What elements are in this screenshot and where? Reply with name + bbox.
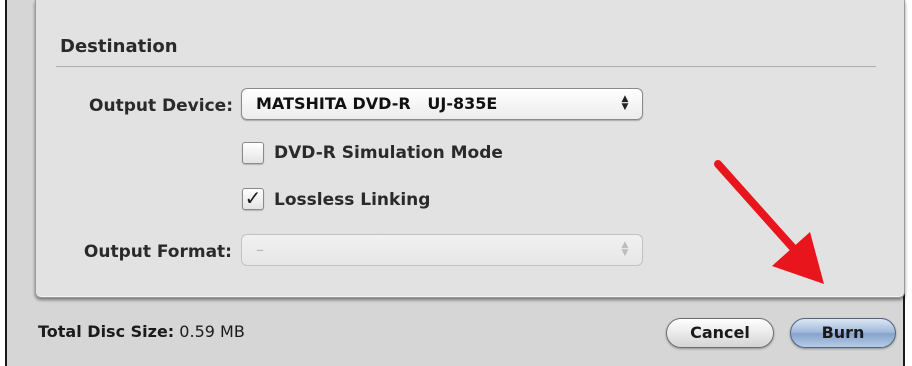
- simulation-mode-checkbox[interactable]: [242, 142, 264, 164]
- total-disc-size-value: 0.59 MB: [179, 322, 245, 341]
- output-format-value: –: [256, 240, 264, 259]
- output-format-popup[interactable]: – ▲ ▼: [241, 234, 643, 266]
- cancel-button[interactable]: Cancel: [666, 318, 774, 348]
- red-arrow-icon: [714, 160, 824, 284]
- burn-button[interactable]: Burn: [790, 318, 896, 348]
- lossless-linking-label: Lossless Linking: [274, 190, 431, 210]
- output-format-label: Output Format:: [83, 242, 232, 262]
- section-divider: [56, 66, 876, 68]
- lossless-linking-checkbox[interactable]: ✓: [242, 188, 264, 210]
- section-title: Destination: [60, 36, 178, 57]
- popup-arrows-icon: ▲ ▼: [621, 240, 629, 258]
- output-device-popup[interactable]: MATSHITA DVD-R UJ-835E ▲ ▼: [241, 88, 643, 120]
- output-device-value: MATSHITA DVD-R UJ-835E: [256, 94, 498, 113]
- total-disc-size: Total Disc Size: 0.59 MB: [38, 322, 245, 341]
- checkmark-icon: ✓: [244, 186, 262, 210]
- total-disc-size-label: Total Disc Size:: [38, 322, 175, 341]
- output-device-label: Output Device:: [89, 96, 233, 116]
- popup-arrows-icon: ▲ ▼: [621, 94, 629, 112]
- simulation-mode-label: DVD-R Simulation Mode: [274, 143, 503, 163]
